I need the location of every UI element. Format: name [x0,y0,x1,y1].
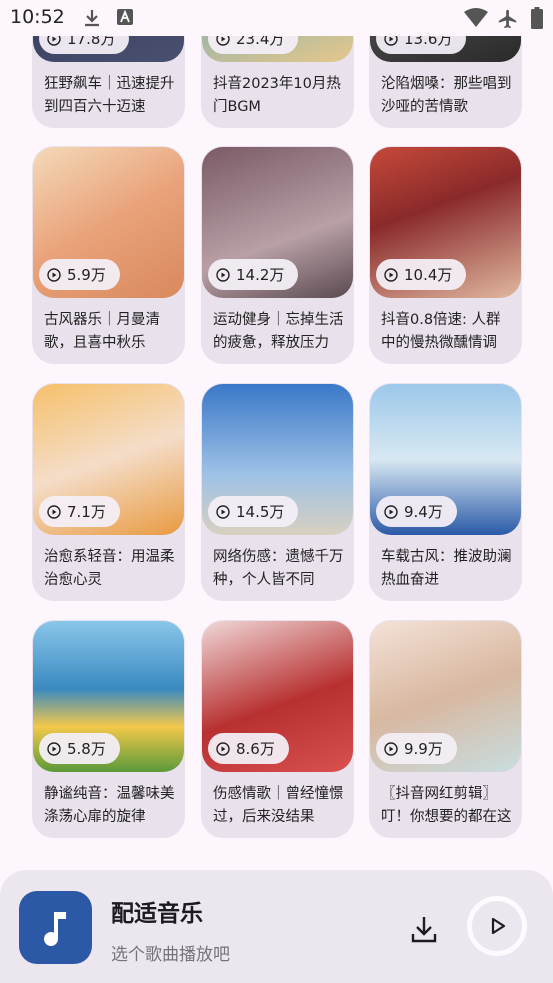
play-count-badge: 9.4万 [376,496,457,527]
playlist-title: 静谧纯音：温馨味美涤荡心扉的旋律 [44,786,175,825]
play-circle-icon [47,267,61,282]
play-count-badge: 9.9万 [376,733,457,764]
play-count-badge: 5.8万 [39,733,120,764]
playlist-cover: 5.8万 [33,621,184,772]
playlist-card[interactable]: 7.1万治愈系轻音：用温柔治愈心灵 [32,383,185,601]
play-count: 5.9万 [67,266,106,284]
status-time: 10:52 [10,6,65,28]
play-circle-icon [47,504,61,519]
play-count: 7.1万 [67,503,106,521]
player-title: 配适音乐 [111,901,203,927]
play-circle-icon [384,267,398,282]
playlist-cover: 10.4万 [370,147,521,298]
app-notification-icon [117,9,133,25]
playlist-cover: 9.4万 [370,384,521,535]
play-count-badge: 14.5万 [208,496,299,527]
playlist-card[interactable]: 14.2万运动健身｜忘掉生活的疲惫，释放压力 [201,146,354,364]
airplane-icon [498,9,517,29]
playlist-card[interactable]: 9.4万车载古风：推波助澜热血奋进 [369,383,522,601]
playlist-cover: 8.6万 [202,621,353,772]
playlist-cover: 7.1万 [33,384,184,535]
play-circle-icon [384,741,398,756]
playlist-cover: 9.9万 [370,621,521,772]
playlist-card[interactable]: 5.8万静谧纯音：温馨味美涤荡心扉的旋律 [32,620,185,838]
playlist-title: 车载古风：推波助澜热血奋进 [381,549,512,588]
playlist-cover: 5.9万 [33,147,184,298]
playlist-title: 古风器乐｜月曼清歌，且喜中秋乐 [44,312,160,351]
play-count-badge: 14.2万 [208,259,299,290]
battery-icon [531,7,543,29]
playlist-card[interactable]: 14.5万网络伤感：遗憾千万种，个人皆不同 [201,383,354,601]
playlist-card[interactable]: 8.6万伤感情歌｜曾经憧憬过，后来没结果 [201,620,354,838]
play-count: 5.8万 [67,740,106,758]
playlist-title: 抖音2023年10月热门BGM [213,76,341,115]
play-count-badge: 8.6万 [208,733,289,764]
playlist-title: 沦陷烟嗓：那些唱到沙哑的苦情歌 [381,76,512,115]
status-bar: 10:52 [0,0,553,36]
playlist-cover: 14.2万 [202,147,353,298]
play-count: 9.9万 [404,740,443,758]
playlist-card[interactable]: 10.4万抖音0.8倍速: 人群中的慢热微醺情调 [369,146,522,364]
mini-player[interactable]: 配适音乐 选个歌曲播放吧 [0,870,553,983]
playlist-grid: 17.8万 狂野飙车｜迅速提升到四百六十迈速 23.4万 抖音2023年10月热门BG… [0,0,553,983]
playlist-card[interactable]: 5.9万古风器乐｜月曼清歌，且喜中秋乐 [32,146,185,364]
playlist-title: 抖音0.8倍速: 人群中的慢热微醺情调 [381,312,501,351]
wifi-icon [464,8,488,27]
playlist-title: 狂野飙车｜迅速提升到四百六十迈速 [44,76,175,115]
playlist-title: 伤感情歌｜曾经憧憬过，后来没结果 [213,786,344,825]
download-status-icon [85,10,99,27]
play-circle-icon [216,267,230,282]
play-count: 10.4万 [404,266,453,284]
play-count: 9.4万 [404,503,443,521]
music-note-icon [43,911,66,946]
play-count: 14.2万 [236,266,285,284]
playlist-title: 治愈系轻音：用温柔治愈心灵 [44,549,175,588]
player-artwork [19,891,92,964]
play-count-badge: 10.4万 [376,259,467,290]
playlist-title: 〖抖音网红剪辑〗叮！你想要的都在这 [381,786,512,825]
play-count: 8.6万 [236,740,275,758]
play-circle-icon [384,504,398,519]
play-icon [491,917,506,935]
playlist-cover: 14.5万 [202,384,353,535]
player-subtitle: 选个歌曲播放吧 [111,945,230,965]
play-circle-icon [47,741,61,756]
play-count-badge: 7.1万 [39,496,120,527]
play-button[interactable] [467,896,527,956]
download-icon[interactable] [407,912,441,946]
playlist-title: 网络伤感：遗憾千万种，个人皆不同 [213,549,344,588]
play-count: 14.5万 [236,503,285,521]
play-circle-icon [216,504,230,519]
play-count-badge: 5.9万 [39,259,120,290]
playlist-title: 运动健身｜忘掉生活的疲惫，释放压力 [213,312,344,351]
play-circle-icon [216,741,230,756]
playlist-card[interactable]: 9.9万〖抖音网红剪辑〗叮！你想要的都在这 [369,620,522,838]
